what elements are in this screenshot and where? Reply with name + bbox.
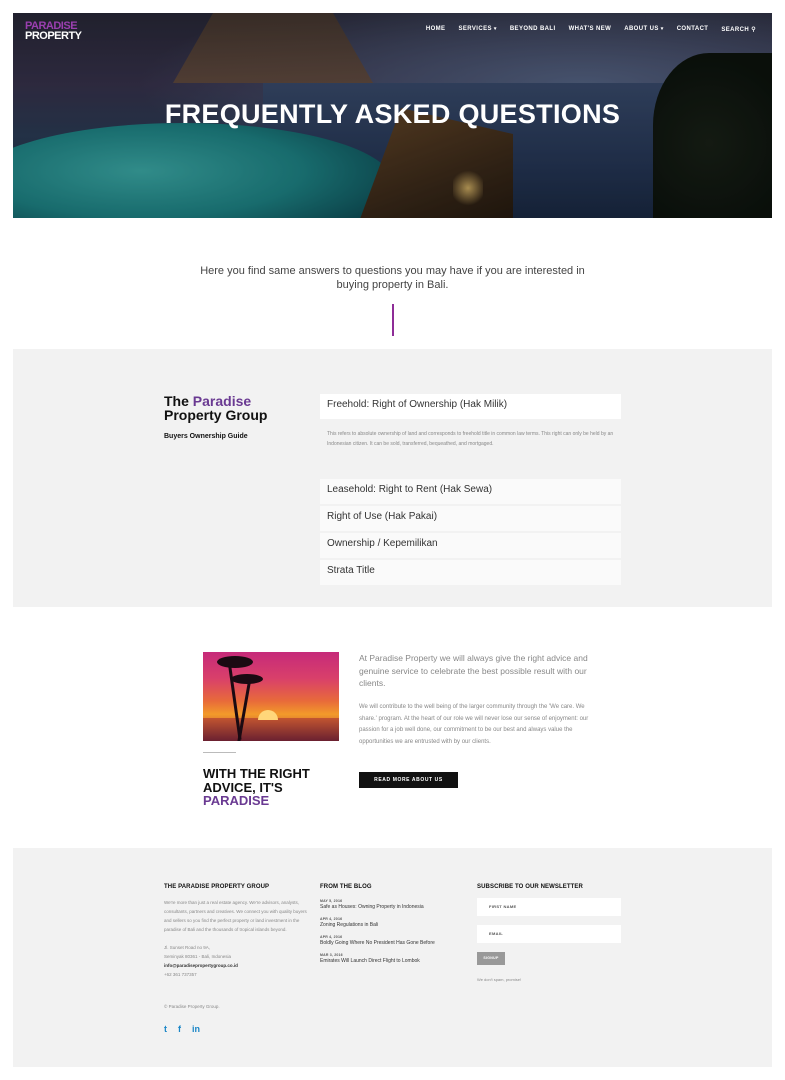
twitter-icon[interactable]: t xyxy=(164,1025,167,1034)
intro-text: Here you find same answers to questions … xyxy=(200,265,585,291)
read-more-about-us-button[interactable]: READ MORE ABOUT US xyxy=(359,772,458,788)
faq-item-freehold[interactable]: Freehold: Right of Ownership (Hak Milik) xyxy=(320,394,621,419)
site-logo[interactable]: PARADISE PROPERTY xyxy=(25,21,85,42)
faq-item-ownership[interactable]: Ownership / Kepemilikan xyxy=(320,533,621,558)
footer-phone: +62 361 737357 xyxy=(164,972,197,977)
footer-blog-heading: FROM THE BLOG xyxy=(320,884,372,890)
nav-whats-new[interactable]: WHAT'S NEW xyxy=(569,26,612,33)
faq-item-leasehold[interactable]: Leasehold: Right to Rent (Hak Sewa) xyxy=(320,479,621,504)
main-nav: HOME SERVICES ▾ BEYOND BALI WHAT'S NEW AB… xyxy=(426,26,756,33)
about-divider xyxy=(203,752,236,753)
blog-post[interactable]: APR 4, 2016 Boldly Going Where No Presid… xyxy=(320,934,470,947)
about-body: We will contribute to the well being of … xyxy=(359,704,589,745)
blog-post[interactable]: APR 4, 2016 Zoning Regulations in Bali xyxy=(320,916,470,929)
nav-contact[interactable]: CONTACT xyxy=(677,26,709,33)
blog-post[interactable]: MAY 5, 2016 Safe as Houses: Owning Prope… xyxy=(320,898,470,911)
faq-answer-freehold: This refers to absolute ownership of lan… xyxy=(327,431,614,447)
first-name-input[interactable]: FIRST NAME xyxy=(477,898,621,916)
newsletter-note: We don't spam, promise! xyxy=(477,977,522,982)
nav-services[interactable]: SERVICES ▾ xyxy=(458,26,496,33)
about-title: WITH THE RIGHT ADVICE, IT'S PARADISE xyxy=(203,766,310,808)
faq-subheading: Buyers Ownership Guide xyxy=(164,433,248,440)
footer-about-column: THE PARADISE PROPERTY GROUP We're more t… xyxy=(164,884,312,979)
faq-section: The Paradise Property Group Buyers Owner… xyxy=(13,349,772,607)
about-lead: At Paradise Property we will always give… xyxy=(359,653,588,688)
site-footer: THE PARADISE PROPERTY GROUP We're more t… xyxy=(13,848,772,1067)
nav-search[interactable]: SEARCH ⚲ xyxy=(721,26,756,33)
logo-line-2: PROPERTY xyxy=(25,30,82,42)
sunset-palm-image xyxy=(203,652,339,741)
footer-newsletter-column: SUBSCRIBE TO OUR NEWSLETTER FIRST NAME E… xyxy=(477,884,627,982)
chevron-down-icon: ▾ xyxy=(660,26,664,32)
copyright: © Paradise Property Group. xyxy=(164,1004,220,1009)
email-input[interactable]: EMAIL xyxy=(477,925,621,943)
divider-line xyxy=(392,304,394,336)
footer-blog-column: FROM THE BLOG MAY 5, 2016 Safe as Houses… xyxy=(320,884,470,970)
footer-email-link[interactable]: info@paradisepropertygroup.co.id xyxy=(164,963,238,968)
faq-heading: The Paradise Property Group xyxy=(164,393,268,423)
faq-item-right-of-use[interactable]: Right of Use (Hak Pakai) xyxy=(320,506,621,531)
page-title: FREQUENTLY ASKED QUESTIONS xyxy=(164,99,621,129)
facebook-icon[interactable]: f xyxy=(178,1025,181,1034)
nav-beyond-bali[interactable]: BEYOND BALI xyxy=(510,26,556,33)
footer-address: Jl. Sunset Road no 9A, Seminyak 80361 - … xyxy=(164,945,238,977)
footer-about-heading: THE PARADISE PROPERTY GROUP xyxy=(164,884,270,890)
nav-home[interactable]: HOME xyxy=(426,26,446,33)
footer-about-text: We're more than just a real estate agenc… xyxy=(164,900,307,932)
social-links: t f in xyxy=(164,1025,200,1034)
footer-newsletter-heading: SUBSCRIBE TO OUR NEWSLETTER xyxy=(477,884,583,890)
search-icon: ⚲ xyxy=(751,27,756,33)
signup-button[interactable]: SIGNUP xyxy=(477,952,505,965)
nav-about-us[interactable]: ABOUT US ▾ xyxy=(624,26,663,33)
linkedin-icon[interactable]: in xyxy=(192,1025,200,1034)
hero-banner: PARADISE PROPERTY HOME SERVICES ▾ BEYOND … xyxy=(13,13,772,218)
faq-item-strata-title[interactable]: Strata Title xyxy=(320,560,621,585)
blog-post[interactable]: MAR 3, 2016 Emirates Will Launch Direct … xyxy=(320,952,470,965)
faq-accordion: Freehold: Right of Ownership (Hak Milik)… xyxy=(320,394,621,587)
chevron-down-icon: ▾ xyxy=(493,26,497,32)
